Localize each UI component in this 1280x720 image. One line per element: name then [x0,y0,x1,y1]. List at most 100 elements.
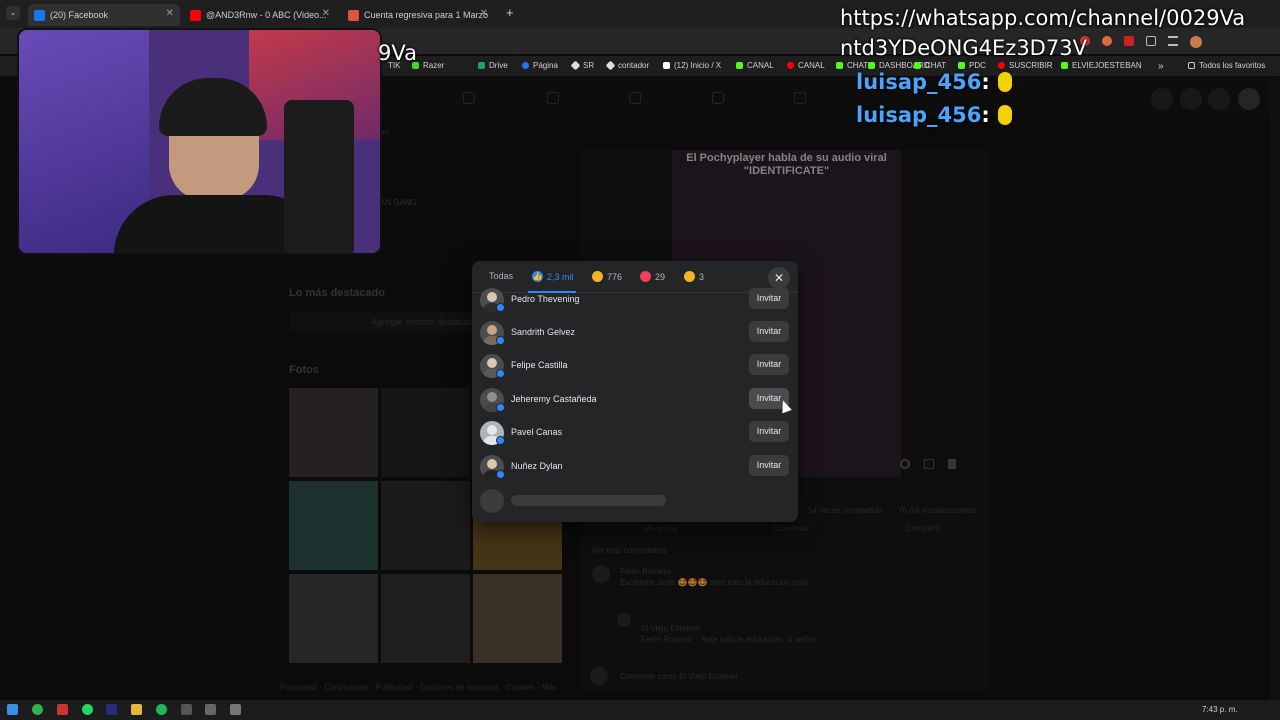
kick-icon [1061,62,1068,69]
person-name[interactable]: Felipe Castilla [511,360,568,370]
bookmark-item[interactable]: CHAT [914,61,946,70]
extension-icon[interactable] [1124,36,1134,46]
bookmark-label: contador [618,61,650,70]
tab-like-reactions[interactable]: 👍 2,3 mil [532,271,574,282]
tab-label: 29 [655,271,666,282]
windows-taskbar [0,700,1280,720]
close-icon[interactable]: ✕ [480,8,488,19]
tab-countdown[interactable]: Cuenta regresiva para 1 Marzo ✕ [342,4,494,26]
kick-icon [836,62,843,69]
list-item: Jeheremy Castañeda Invitar [472,383,798,417]
like-badge-icon [496,369,505,378]
like-badge-icon [496,336,505,345]
bookmark-label: CHAT [925,61,947,70]
start-icon[interactable] [7,704,18,715]
bookmark-item[interactable]: (12) Inicio / X [663,61,721,70]
chat-separator: : [981,103,990,127]
tab-label: 776 [607,271,623,282]
tab-list-chevron-icon[interactable]: ⌄ [6,6,20,20]
webcam-overlay [17,28,382,255]
tab-label: (20) Facebook [50,10,109,20]
invite-button[interactable]: Invitar [749,354,789,375]
folder-icon [1188,62,1195,69]
invite-button[interactable]: Invitar [749,455,789,476]
invite-button[interactable]: Invitar [749,421,789,442]
bookmark-item[interactable]: CHAT [836,61,868,70]
taskbar-clock[interactable]: 7:43 p. m. [1202,705,1238,714]
app-icon[interactable] [57,704,68,715]
youtube-icon [998,62,1005,69]
close-icon[interactable]: ✕ [166,8,174,19]
kick-icon [736,62,743,69]
haha-icon [592,271,603,282]
like-icon: 👍 [532,271,543,282]
bookmark-item[interactable]: CANAL [736,61,774,70]
countdown-icon [348,9,359,21]
extension-icon[interactable] [1102,36,1112,46]
bookmark-label: Razer [423,61,445,70]
bookmark-item[interactable]: SR [570,60,594,71]
loading-placeholder [511,495,666,506]
list-item: Nuñez Dylan Invitar [472,450,798,484]
bookmark-item[interactable]: Drive [478,61,508,70]
invite-button[interactable]: Invitar [749,288,789,309]
menu-icon[interactable] [1168,36,1178,46]
app-icon[interactable] [181,704,192,715]
app-icon[interactable] [230,704,241,715]
list-item: Felipe Castilla Invitar [472,349,798,383]
bookmark-label: SUSCRIBIR [1009,61,1053,70]
tab-label: 3 [699,271,705,282]
tab-facebook[interactable]: (20) Facebook ✕ [28,4,180,26]
tab-label: @AND3Rnw - 0 ABC (Video... [206,10,327,20]
x-icon [663,62,670,69]
bookmark-item[interactable]: ELVIEJOESTEBAN [1061,61,1142,70]
bookmark-item[interactable]: SUSCRIBIR [998,61,1053,70]
list-item: Sandrith Gelvez Invitar [472,316,798,350]
person-name[interactable]: Jeheremy Castañeda [511,394,597,404]
tab-care-reactions[interactable]: 3 [684,271,704,282]
avatar[interactable] [1190,36,1202,48]
emoji-icon [997,105,1012,125]
like-badge-icon [496,470,505,479]
new-tab-button[interactable]: + [506,5,514,20]
bookmark-item[interactable]: PDC [958,61,986,70]
close-icon[interactable]: ✕ [322,8,330,19]
loading-placeholder [480,489,504,513]
emoji-icon [997,72,1012,92]
tab-love-reactions[interactable]: 29 [640,271,665,282]
bookmark-label: Drive [489,61,508,70]
person-name[interactable]: Pedro Thevening [511,294,579,304]
folder-icon[interactable] [131,704,142,715]
toolbar-icons [1080,36,1202,48]
chat-message: luisap_456 : [856,103,1012,127]
person-name[interactable]: Nuñez Dylan [511,461,563,471]
whatsapp-icon[interactable] [82,704,93,715]
premiere-icon[interactable] [106,704,117,715]
bookmark-label: CANAL [798,61,825,70]
chair [284,100,354,253]
chat-username: luisap_456 [856,70,982,94]
person-name[interactable]: Pavel Canas [511,427,562,437]
invite-button[interactable]: Invitar [749,321,789,342]
bookmark-item[interactable]: contador [605,60,650,71]
chat-username: luisap_456 [856,103,982,127]
tab-haha-reactions[interactable]: 776 [592,271,622,282]
bookmarks-more-button[interactable]: » [1158,61,1164,72]
chat-separator: : [981,70,990,94]
person-name[interactable]: Sandrith Gelvez [511,327,575,337]
bookmark-item[interactable]: Página [522,61,558,70]
tab-label: Todas [489,271,514,281]
bookmark-item[interactable]: CANAL [787,61,825,70]
all-favorites-button[interactable]: Todos los favoritos [1188,61,1265,70]
tab-all-reactions[interactable]: Todas [489,271,513,281]
spotify-icon[interactable] [156,704,167,715]
list-item: Pedro Thevening Invitar [472,283,798,317]
facebook-icon [34,9,45,21]
bookmark-label: Todos los favoritos [1199,61,1266,70]
drive-icon [478,62,485,69]
chrome-icon[interactable] [32,704,43,715]
puzzle-icon[interactable] [1146,36,1156,46]
diamond-icon [605,60,616,71]
tab-youtube[interactable]: @AND3Rnw - 0 ABC (Video... ✕ [184,4,336,26]
app-icon[interactable] [205,704,216,715]
